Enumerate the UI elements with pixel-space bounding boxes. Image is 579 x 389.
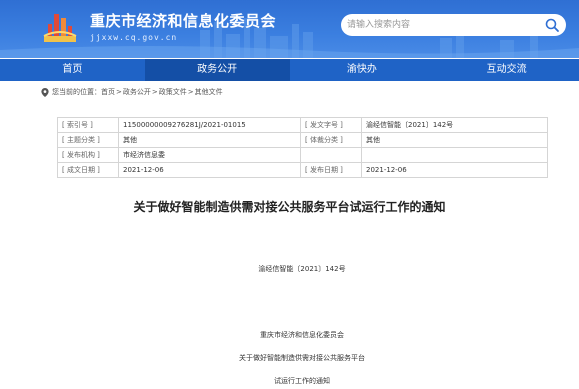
breadcrumb-separator: > [187, 88, 194, 96]
search-icon[interactable] [544, 17, 560, 33]
breadcrumb: 您当前的位置： 首页 > 政务公开 > 政策文件 > 其他文件 [41, 87, 223, 97]
site-url: jjxxw.cq.gov.cn [90, 33, 178, 42]
meta-label-written-date: [ 成文日期 ] [57, 162, 119, 178]
meta-row: [ 成文日期 ] 2021-12-06 [ 发布日期 ] 2021-12-06 [57, 162, 548, 178]
site-title: 重庆市经济和信息化委员会 [90, 12, 277, 30]
meta-value-index: 11500000009276281J/2021-01015 [118, 117, 301, 133]
document-body-line: 试运行工作的通知 [274, 377, 330, 385]
meta-label-empty [300, 147, 362, 163]
meta-value-topic: 其他 [118, 132, 301, 148]
location-pin-icon [41, 87, 49, 97]
meta-label-doc-number: [ 发文字号 ] [300, 117, 362, 133]
meta-value-publish-date: 2021-12-06 [361, 162, 548, 178]
search-box [341, 14, 566, 36]
document-sender: 重庆市经济和信息化委员会 [260, 331, 344, 339]
nav-item-yukuaiban[interactable]: 渝快办 [290, 59, 435, 81]
breadcrumb-government-affairs[interactable]: 政务公开 [123, 87, 151, 97]
meta-value-empty [361, 147, 548, 163]
emblem-logo-icon [43, 14, 77, 42]
document-number: 渝经信智能〔2021〕142号 [258, 265, 346, 273]
breadcrumb-policy-files[interactable]: 政策文件 [159, 87, 187, 97]
breadcrumb-prefix: 您当前的位置： [52, 88, 101, 96]
meta-label-genre: [ 体裁分类 ] [300, 132, 362, 148]
meta-label-topic: [ 主题分类 ] [57, 132, 119, 148]
document-title: 关于做好智能制造供需对接公共服务平台试运行工作的通知 [133, 200, 446, 214]
document-body-line: 关于做好智能制造供需对接公共服务平台 [239, 354, 365, 362]
search-input[interactable] [347, 17, 537, 33]
meta-value-written-date: 2021-12-06 [118, 162, 301, 178]
main-nav: 首页 政务公开 渝快办 互动交流 [0, 59, 579, 81]
breadcrumb-other-files[interactable]: 其他文件 [195, 87, 223, 97]
meta-label-publish-date: [ 发布日期 ] [300, 162, 362, 178]
meta-label-publisher: [ 发布机构 ] [57, 147, 119, 163]
meta-row: [ 主题分类 ] 其他 [ 体裁分类 ] 其他 [57, 132, 548, 148]
meta-label-index: [ 索引号 ] [57, 117, 119, 133]
meta-row: [ 发布机构 ] 市经济信息委 [57, 147, 548, 163]
meta-value-doc-number: 渝经信智能〔2021〕142号 [361, 117, 548, 133]
meta-row: [ 索引号 ] 11500000009276281J/2021-01015 [ … [57, 117, 548, 133]
nav-item-interaction[interactable]: 互动交流 [434, 59, 579, 81]
meta-value-genre: 其他 [361, 132, 548, 148]
breadcrumb-separator: > [116, 88, 122, 96]
breadcrumb-home[interactable]: 首页 [101, 87, 115, 97]
breadcrumb-separator: > [151, 88, 158, 96]
nav-item-government-affairs[interactable]: 政务公开 [144, 59, 290, 81]
nav-item-home[interactable]: 首页 [0, 59, 145, 81]
document-meta-table: [ 索引号 ] 11500000009276281J/2021-01015 [ … [57, 117, 548, 178]
meta-value-publisher: 市经济信息委 [118, 147, 301, 163]
site-header: 重庆市经济和信息化委员会 jjxxw.cq.gov.cn [0, 0, 579, 58]
